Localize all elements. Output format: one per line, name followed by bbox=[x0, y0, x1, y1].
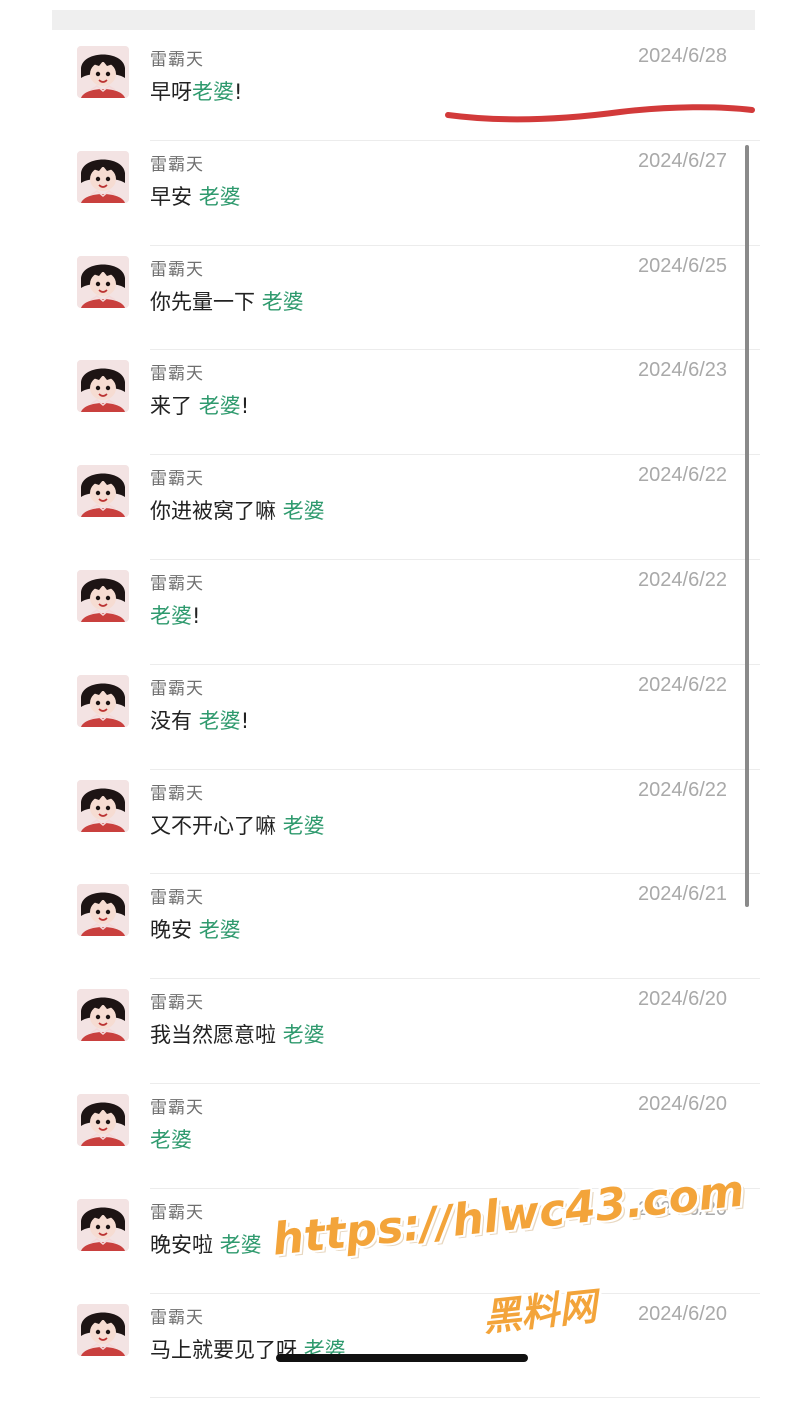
message-body: 早呀 bbox=[150, 80, 192, 104]
search-bar[interactable] bbox=[52, 10, 755, 30]
message-body: 又不开心了嘛 bbox=[150, 813, 283, 838]
avatar[interactable] bbox=[77, 569, 129, 622]
avatar[interactable] bbox=[77, 360, 129, 413]
sender-name: 雷霸天 bbox=[150, 364, 204, 385]
sender-name: 雷霸天 bbox=[150, 154, 204, 175]
highlighted-keyword: 老婆 bbox=[282, 1023, 325, 1048]
message-row[interactable]: 雷霸天 2024/6/22 没有 老婆! bbox=[0, 665, 800, 770]
sender-name: 雷霸天 bbox=[150, 469, 204, 490]
message-suffix: ! bbox=[240, 394, 250, 419]
message-date: 2024/6/21 bbox=[638, 883, 727, 906]
message-date: 2024/6/28 bbox=[638, 45, 727, 67]
row-divider bbox=[150, 1397, 760, 1399]
sender-name: 雷霸天 bbox=[150, 1307, 204, 1328]
highlighted-keyword: 老婆 bbox=[282, 813, 325, 838]
message-body: 晚安 bbox=[150, 918, 199, 943]
message-text: 又不开心了嘛 老婆 bbox=[150, 810, 325, 840]
message-suffix: ! bbox=[192, 603, 201, 628]
sender-name: 雷霸天 bbox=[150, 50, 204, 70]
message-text: 晚安 老婆 bbox=[150, 914, 241, 944]
message-body: 晚安啦 bbox=[150, 1232, 220, 1257]
message-date: 2024/6/22 bbox=[638, 778, 727, 801]
message-row[interactable]: 雷霸天 2024/6/20 我当然愿意啦 老婆 bbox=[0, 979, 800, 1084]
message-row[interactable]: 雷霸天 2024/6/25 你先量一下 老婆 bbox=[0, 246, 800, 351]
message-date: 2024/6/25 bbox=[638, 254, 727, 277]
message-row[interactable]: 雷霸天 2024/6/23 来了 老婆! bbox=[0, 350, 800, 456]
message-text: 早呀老婆! bbox=[150, 76, 242, 106]
highlighted-keyword: 老婆 bbox=[282, 499, 325, 524]
watermark: https://hlwc43.com 黑料网 bbox=[270, 1165, 747, 1355]
message-text: 老婆! bbox=[150, 600, 200, 630]
avatar[interactable] bbox=[77, 46, 129, 98]
message-date: 2024/6/22 bbox=[638, 464, 727, 487]
highlighted-keyword: 老婆 bbox=[198, 184, 241, 209]
message-body: 早安 bbox=[150, 184, 199, 209]
message-text: 我当然愿意啦 老婆 bbox=[150, 1019, 325, 1049]
message-date: 2024/6/27 bbox=[638, 149, 727, 172]
avatar[interactable] bbox=[77, 1093, 129, 1146]
red-underline-annotation bbox=[445, 104, 755, 123]
highlighted-keyword: 老婆 bbox=[261, 289, 304, 314]
avatar[interactable] bbox=[77, 150, 129, 203]
highlighted-keyword: 老婆 bbox=[198, 394, 241, 419]
message-row[interactable]: 雷霸天 2024/6/27 早安 老婆 bbox=[0, 141, 800, 246]
home-indicator[interactable] bbox=[276, 1354, 528, 1362]
search-results-page: 雷霸天 2024/6/28 早呀老婆! 雷霸天 2024/6/27 早安 老婆 雷霸天 202… bbox=[0, 0, 800, 1422]
message-text: 晚安啦 老婆 bbox=[150, 1229, 262, 1259]
avatar[interactable] bbox=[77, 1303, 129, 1356]
message-row[interactable]: 雷霸天 2024/6/21 晚安 老婆 bbox=[0, 874, 800, 980]
avatar[interactable] bbox=[77, 884, 129, 937]
sender-name: 雷霸天 bbox=[150, 573, 204, 594]
message-body: 你进被窝了嘛 bbox=[150, 499, 283, 524]
avatar[interactable] bbox=[77, 255, 129, 308]
message-text: 老婆 bbox=[150, 1124, 192, 1154]
message-suffix: ! bbox=[240, 708, 250, 733]
message-date: 2024/6/22 bbox=[638, 673, 727, 696]
message-date: 2024/6/20 bbox=[638, 1092, 727, 1115]
highlighted-keyword: 老婆 bbox=[150, 603, 192, 628]
message-date: 2024/6/20 bbox=[638, 988, 727, 1011]
message-row[interactable]: 雷霸天 2024/6/22 老婆! bbox=[0, 560, 800, 665]
highlighted-keyword: 老婆 bbox=[198, 708, 241, 733]
message-body: 来了 bbox=[150, 394, 199, 419]
highlighted-keyword: 老婆 bbox=[219, 1232, 262, 1257]
highlighted-keyword: 老婆 bbox=[150, 1127, 192, 1152]
message-text: 没有 老婆! bbox=[150, 705, 249, 735]
message-body: 你先量一下 bbox=[150, 289, 262, 314]
message-body: 没有 bbox=[150, 708, 199, 733]
sender-name: 雷霸天 bbox=[150, 783, 204, 804]
highlighted-keyword: 老婆 bbox=[192, 80, 234, 104]
message-text: 你进被窝了嘛 老婆 bbox=[150, 495, 325, 525]
avatar[interactable] bbox=[77, 779, 129, 832]
message-text: 来了 老婆! bbox=[150, 390, 249, 420]
message-date: 2024/6/23 bbox=[638, 359, 727, 382]
sender-name: 雷霸天 bbox=[150, 888, 204, 909]
highlighted-keyword: 老婆 bbox=[198, 918, 241, 943]
sender-name: 雷霸天 bbox=[150, 259, 204, 280]
message-row[interactable]: 雷霸天 2024/6/22 又不开心了嘛 老婆 bbox=[0, 770, 800, 875]
scrollbar[interactable] bbox=[745, 145, 749, 907]
avatar[interactable] bbox=[77, 465, 129, 518]
sender-name: 雷霸天 bbox=[150, 678, 204, 699]
message-text: 早安 老婆 bbox=[150, 181, 241, 211]
avatar[interactable] bbox=[77, 1198, 129, 1251]
watermark-name: 黑料网 bbox=[480, 1284, 599, 1340]
sender-name: 雷霸天 bbox=[150, 993, 204, 1014]
message-body: 我当然愿意啦 bbox=[150, 1023, 283, 1048]
avatar[interactable] bbox=[77, 989, 129, 1042]
sender-name: 雷霸天 bbox=[150, 1097, 204, 1118]
avatar[interactable] bbox=[77, 674, 129, 727]
sender-name: 雷霸天 bbox=[150, 1202, 204, 1223]
message-date: 2024/6/22 bbox=[638, 568, 727, 591]
message-suffix: ! bbox=[234, 80, 243, 104]
message-text: 你先量一下 老婆 bbox=[150, 286, 304, 316]
message-row[interactable]: 雷霸天 2024/6/22 你进被窝了嘛 老婆 bbox=[0, 455, 800, 560]
